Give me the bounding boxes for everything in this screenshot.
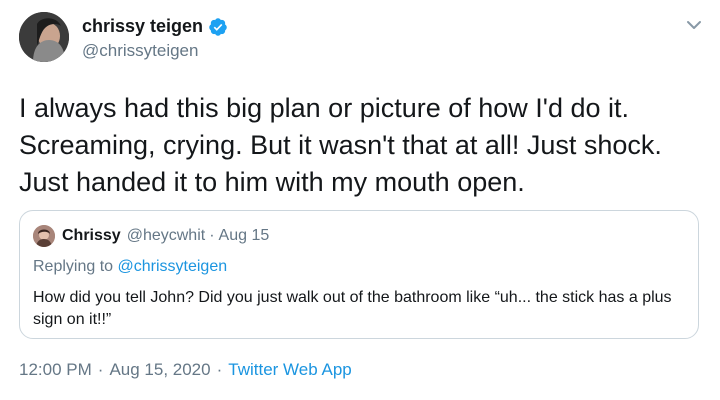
author-avatar[interactable] [19, 12, 69, 62]
tweet-text: I always had this big plan or picture of… [19, 93, 662, 197]
quoted-date[interactable]: Aug 15 [219, 227, 270, 245]
quoted-handle[interactable]: @heycwhit [127, 227, 206, 245]
quoted-tweet[interactable]: Chrissy @heycwhit · Aug 15 Replying to @… [19, 210, 699, 339]
replying-to-line: Replying to @chrissyteigen [33, 258, 227, 276]
quoted-header: Chrissy @heycwhit · Aug 15 [62, 227, 269, 245]
author-handle[interactable]: @chrissyteigen [82, 41, 198, 61]
tweet-card: chrissy teigen @chrissyteigen I always h… [0, 0, 720, 400]
chevron-down-icon [687, 21, 701, 29]
tweet-date[interactable]: Aug 15, 2020 [109, 360, 210, 380]
tweet-source-link[interactable]: Twitter Web App [228, 360, 351, 380]
author-display-name[interactable]: chrissy teigen [82, 16, 203, 37]
quoted-text: How did you tell John? Did you just walk… [33, 289, 672, 328]
replying-to-label: Replying to [33, 258, 118, 275]
separator-dot: · [216, 360, 223, 379]
separator-dot: · [209, 227, 215, 244]
tweet-footer: 12:00 PM · Aug 15, 2020 · Twitter Web Ap… [19, 360, 352, 380]
quoted-author-avatar[interactable] [33, 225, 55, 247]
more-options-button[interactable] [683, 14, 705, 36]
profile-photo [33, 225, 55, 247]
replying-to-mention[interactable]: @chrissyteigen [118, 258, 228, 275]
quoted-display-name[interactable]: Chrissy [62, 227, 121, 245]
verified-badge-icon [209, 17, 227, 36]
author-name-row: chrissy teigen [82, 16, 228, 37]
separator-dot: · [97, 360, 104, 379]
profile-photo [19, 12, 69, 62]
tweet-time[interactable]: 12:00 PM [19, 360, 92, 380]
